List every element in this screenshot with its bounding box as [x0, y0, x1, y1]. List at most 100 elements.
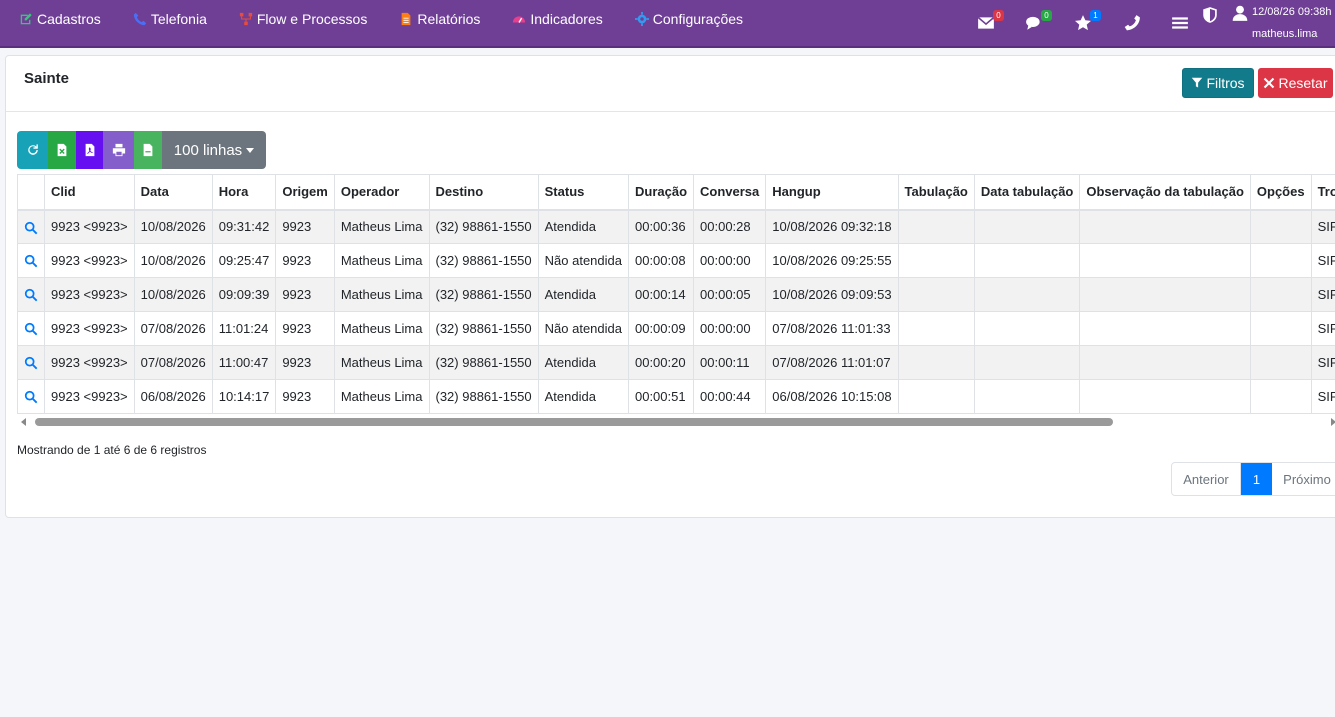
- col-header-clid[interactable]: Clid: [44, 174, 135, 211]
- view-details-cell[interactable]: [17, 277, 45, 312]
- col-header-destino[interactable]: Destino: [428, 174, 539, 211]
- shield-icon[interactable]: [1200, 5, 1220, 25]
- filter-icon: [1192, 77, 1203, 88]
- table-cell: 00:00:44: [693, 379, 767, 414]
- table-cell: Não atendida: [537, 311, 629, 346]
- reset-button[interactable]: Resetar: [1258, 68, 1333, 98]
- table-cell: 00:00:51: [627, 379, 695, 414]
- card-header: Sainte Filtros Resetar: [6, 56, 1335, 112]
- export-pdf-button[interactable]: [76, 131, 103, 169]
- table-cell: 9923 <9923>: [44, 277, 135, 312]
- pagination-prev[interactable]: Anterior: [1172, 463, 1241, 495]
- table-cell: SIP S: [1310, 209, 1335, 244]
- table-cell: 10/08/2026: [133, 277, 213, 312]
- datetime-label: 12/08/26 09:38h: [1252, 6, 1332, 18]
- phone-call-icon[interactable]: [1122, 13, 1142, 33]
- csv-file-icon: [143, 143, 153, 157]
- table-row[interactable]: 9923 <9923> 06/08/2026 10:14:17 9923 Matheus…: [17, 379, 1335, 414]
- col-header-opcoes[interactable]: Opções: [1249, 174, 1312, 211]
- user-info: 12/08/26 09:38h matheus.lima: [1252, 6, 1335, 40]
- col-header-hora[interactable]: Hora: [211, 174, 277, 211]
- pdf-file-icon: [85, 143, 94, 157]
- user-icon[interactable]: [1230, 3, 1250, 23]
- table-cell: Atendida: [537, 345, 629, 380]
- refresh-button[interactable]: [17, 131, 48, 169]
- export-csv-button[interactable]: [134, 131, 162, 169]
- table-cell: (32) 98861-1550: [428, 277, 539, 312]
- view-details-cell[interactable]: [17, 379, 45, 414]
- search-icon[interactable]: [24, 254, 38, 268]
- table-cell: 9923: [275, 243, 335, 278]
- filters-button[interactable]: Filtros: [1182, 68, 1254, 98]
- mail-icon[interactable]: 0: [976, 10, 1004, 33]
- chat-icon[interactable]: 0: [1024, 10, 1052, 33]
- table-cell: (32) 98861-1550: [428, 379, 539, 414]
- table-cell: [1079, 345, 1251, 380]
- table-cell: SIP S: [1310, 311, 1335, 346]
- col-header-action[interactable]: [17, 174, 45, 211]
- pagination-page[interactable]: 1: [1241, 463, 1272, 495]
- table-cell: 9923: [275, 379, 335, 414]
- table-header-row: Clid Data Hora Origem Operador Destino S…: [17, 174, 1335, 211]
- caret-down-icon: [246, 147, 255, 153]
- table-row[interactable]: 9923 <9923> 10/08/2026 09:25:47 9923 Matheus…: [17, 243, 1335, 278]
- col-header-observacao[interactable]: Observação da tabulação: [1079, 174, 1251, 211]
- col-header-operador[interactable]: Operador: [333, 174, 430, 211]
- table-row[interactable]: 9923 <9923> 07/08/2026 11:01:24 9923 Matheus…: [17, 311, 1335, 346]
- search-icon[interactable]: [24, 322, 38, 336]
- report-card: Sainte Filtros Resetar 100 linhas Clid D…: [5, 55, 1335, 518]
- table-row[interactable]: 9923 <9923> 10/08/2026 09:09:39 9923 Matheus…: [17, 277, 1335, 312]
- export-excel-button[interactable]: [48, 131, 76, 169]
- table-row[interactable]: 9923 <9923> 10/08/2026 09:31:42 9923 Matheus…: [17, 209, 1335, 244]
- col-header-duracao[interactable]: Duração: [627, 174, 695, 211]
- view-details-cell[interactable]: [17, 311, 45, 346]
- table-cell: 07/08/2026: [133, 345, 213, 380]
- scroll-left-arrow-icon[interactable]: [21, 418, 26, 426]
- col-header-hangup[interactable]: Hangup: [765, 174, 899, 211]
- print-icon: [112, 143, 125, 157]
- table-cell: Matheus Lima: [333, 311, 430, 346]
- table-cell: 00:00:08: [627, 243, 695, 278]
- col-header-data-tabulacao[interactable]: Data tabulação: [973, 174, 1081, 211]
- table-cell: 9923: [275, 277, 335, 312]
- menu-hamburger-icon[interactable]: [1170, 13, 1190, 33]
- scrollbar-thumb[interactable]: [35, 418, 1113, 426]
- page-length-dropdown[interactable]: 100 linhas: [162, 131, 266, 169]
- col-header-conversa[interactable]: Conversa: [693, 174, 767, 211]
- table-cell: Matheus Lima: [333, 345, 430, 380]
- table-cell: SIP S: [1310, 379, 1335, 414]
- view-details-cell[interactable]: [17, 345, 45, 380]
- col-header-tronco[interactable]: Tronco: [1310, 174, 1335, 211]
- table-cell: 06/08/2026: [133, 379, 213, 414]
- search-icon[interactable]: [24, 356, 38, 370]
- search-icon[interactable]: [24, 221, 38, 235]
- col-header-status[interactable]: Status: [537, 174, 629, 211]
- search-icon[interactable]: [24, 390, 38, 404]
- table-cell: [1249, 277, 1312, 312]
- close-icon: [1264, 77, 1275, 89]
- table-cell: [1249, 311, 1312, 346]
- table-cell: 10/08/2026 09:09:53: [765, 277, 899, 312]
- table-cell: 00:00:28: [693, 209, 767, 244]
- view-details-cell[interactable]: [17, 209, 45, 244]
- col-header-data[interactable]: Data: [133, 174, 213, 211]
- print-button[interactable]: [103, 131, 134, 169]
- table-cell: [897, 243, 975, 278]
- table-cell: SIP S: [1310, 345, 1335, 380]
- table-row[interactable]: 9923 <9923> 07/08/2026 11:00:47 9923 Matheus…: [17, 345, 1335, 380]
- table-cell: [897, 379, 975, 414]
- table-cell: 9923 <9923>: [44, 379, 135, 414]
- search-icon[interactable]: [24, 288, 38, 302]
- horizontal-scrollbar[interactable]: [17, 417, 1335, 427]
- table-cell: Matheus Lima: [333, 209, 430, 244]
- col-header-origem[interactable]: Origem: [275, 174, 335, 211]
- table-cell: 09:25:47: [211, 243, 277, 278]
- col-header-tabulacao[interactable]: Tabulação: [897, 174, 975, 211]
- star-icon[interactable]: 1: [1073, 10, 1101, 33]
- table-cell: (32) 98861-1550: [428, 209, 539, 244]
- star-badge: 1: [1090, 10, 1101, 21]
- pagination-next[interactable]: Próximo: [1272, 463, 1335, 495]
- scroll-right-arrow-icon[interactable]: [1331, 418, 1335, 426]
- table-cell: 10:14:17: [211, 379, 277, 414]
- view-details-cell[interactable]: [17, 243, 45, 278]
